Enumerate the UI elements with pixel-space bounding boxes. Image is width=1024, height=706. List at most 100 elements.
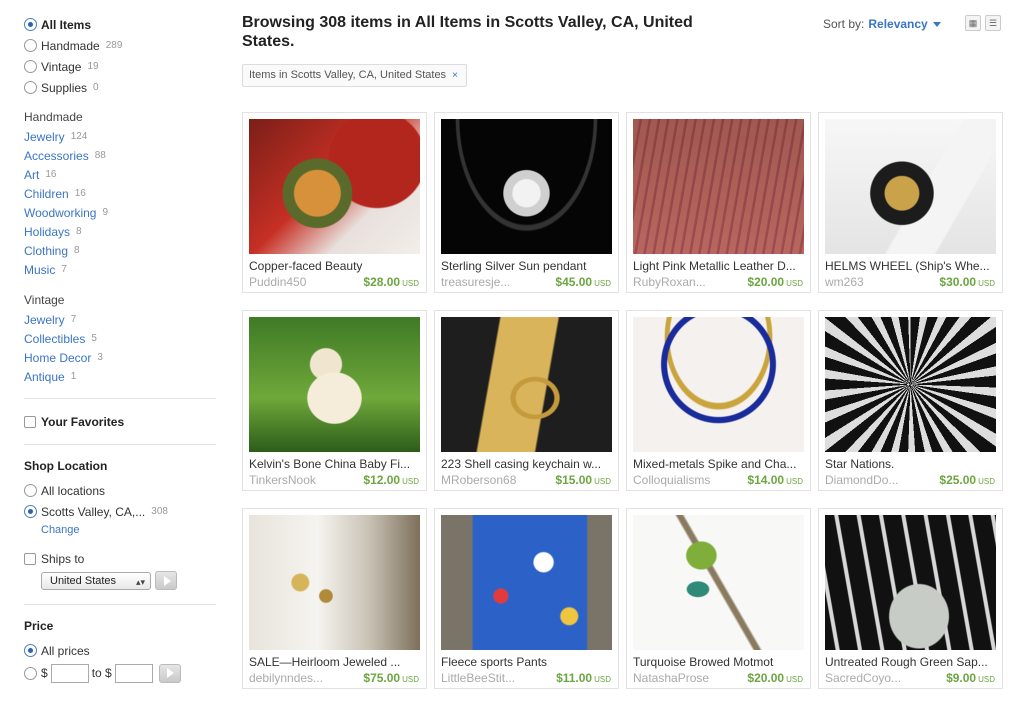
category-label[interactable]: Art [24, 168, 39, 182]
category-label[interactable]: Home Decor [24, 351, 91, 365]
listing-shop[interactable]: NatashaProse [633, 671, 725, 685]
listing-shop[interactable]: DiamondDo... [825, 473, 917, 487]
listing-card[interactable]: SALE—Heirloom Jeweled ... debilynndes...… [242, 508, 427, 689]
listing-title[interactable]: Sterling Silver Sun pendant [441, 259, 613, 273]
ships-to-filter[interactable]: Ships to [24, 548, 216, 569]
listing-title[interactable]: 223 Shell casing keychain w... [441, 457, 613, 471]
ships-to-go-button[interactable] [155, 571, 177, 590]
listing-shop[interactable]: Puddin450 [249, 275, 341, 289]
listing-shop[interactable]: Colloquialisms [633, 473, 725, 487]
listing-image[interactable] [441, 317, 612, 452]
listing-image[interactable] [441, 515, 612, 650]
category-link[interactable]: Clothing 8 [24, 241, 216, 260]
category-link[interactable]: Antique 1 [24, 367, 216, 386]
listing-title[interactable]: HELMS WHEEL (Ship's Whe... [825, 259, 997, 273]
category-label[interactable]: Jewelry [24, 130, 65, 144]
radio-selected[interactable] [24, 644, 37, 657]
category-label[interactable]: Antique [24, 370, 65, 384]
listing-card[interactable]: HELMS WHEEL (Ship's Whe... wm263 $30.00 U… [818, 112, 1003, 293]
listing-image[interactable] [825, 317, 996, 452]
filter-all-items[interactable]: All Items [24, 14, 216, 35]
listing-title[interactable]: Fleece sports Pants [441, 655, 613, 669]
listing-card[interactable]: Kelvin's Bone China Baby Fi... TinkersNo… [242, 310, 427, 491]
filter-supplies[interactable]: Supplies 0 [24, 77, 216, 98]
listing-image[interactable] [249, 317, 420, 452]
sort-control[interactable]: Sort by: Relevancy [823, 17, 941, 31]
category-link[interactable]: Art 16 [24, 165, 216, 184]
category-link[interactable]: Collectibles 5 [24, 329, 216, 348]
filter-vintage[interactable]: Vintage 19 [24, 56, 216, 77]
filter-handmade[interactable]: Handmade 289 [24, 35, 216, 56]
listing-shop[interactable]: SacredCoyo... [825, 671, 917, 685]
listing-card[interactable]: Turquoise Browed Motmot NatashaProse $20… [626, 508, 811, 689]
listing-card[interactable]: Copper-faced Beauty Puddin450 $28.00 USD [242, 112, 427, 293]
listing-title[interactable]: SALE—Heirloom Jeweled ... [249, 655, 421, 669]
category-link[interactable]: Holidays 8 [24, 222, 216, 241]
category-link[interactable]: Music 7 [24, 260, 216, 279]
category-label[interactable]: Clothing [24, 244, 68, 258]
category-link[interactable]: Home Decor 3 [24, 348, 216, 367]
listing-image[interactable] [441, 119, 612, 254]
listing-title[interactable]: Mixed-metals Spike and Cha... [633, 457, 805, 471]
listing-shop[interactable]: wm263 [825, 275, 917, 289]
listing-card[interactable]: Untreated Rough Green Sap... SacredCoyo.… [818, 508, 1003, 689]
close-icon[interactable]: × [452, 70, 458, 81]
listing-shop[interactable]: treasuresje... [441, 275, 533, 289]
category-link[interactable]: Jewelry 7 [24, 310, 216, 329]
price-go-button[interactable] [158, 663, 181, 683]
price-min-input[interactable] [50, 663, 89, 683]
listing-image[interactable] [633, 515, 804, 650]
price-range[interactable]: $ to $ [24, 661, 216, 685]
listing-title[interactable]: Copper-faced Beauty [249, 259, 421, 273]
sort-value[interactable]: Relevancy [868, 17, 927, 31]
category-label[interactable]: Accessories [24, 149, 89, 163]
listing-shop[interactable]: LittleBeeStit... [441, 671, 533, 685]
location-all[interactable]: All locations [24, 480, 216, 501]
listing-image[interactable] [825, 515, 996, 650]
grid-view-icon[interactable]: ▦ [965, 15, 981, 31]
category-label[interactable]: Children [24, 187, 69, 201]
listing-shop[interactable]: RubyRoxan... [633, 275, 725, 289]
listing-card[interactable]: Light Pink Metallic Leather D... RubyRox… [626, 112, 811, 293]
radio-unselected[interactable] [24, 666, 37, 680]
category-label[interactable]: Woodworking [24, 206, 96, 220]
category-label[interactable]: Music [24, 263, 55, 277]
listing-title[interactable]: Turquoise Browed Motmot [633, 655, 805, 669]
change-location-link[interactable]: Change [41, 522, 216, 538]
listing-card[interactable]: 223 Shell casing keychain w... MRoberson… [434, 310, 619, 491]
category-label[interactable]: Holidays [24, 225, 70, 239]
listing-card[interactable]: Mixed-metals Spike and Cha... Colloquial… [626, 310, 811, 491]
radio-unselected[interactable] [24, 39, 37, 52]
ships-to-country-select[interactable]: United States ▴▾ [41, 571, 151, 590]
category-link[interactable]: Accessories 88 [24, 146, 216, 165]
category-label[interactable]: Collectibles [24, 332, 85, 346]
listing-title[interactable]: Kelvin's Bone China Baby Fi... [249, 457, 421, 471]
category-link[interactable]: Children 16 [24, 184, 216, 203]
listing-title[interactable]: Star Nations. [825, 457, 997, 471]
listing-card[interactable]: Fleece sports Pants LittleBeeStit... $11… [434, 508, 619, 689]
category-label[interactable]: Jewelry [24, 313, 65, 327]
list-view-icon[interactable]: ☰ [985, 15, 1001, 31]
radio-unselected[interactable] [24, 81, 37, 94]
chevron-down-icon[interactable] [932, 22, 941, 28]
radio-unselected[interactable] [24, 484, 37, 497]
active-filter-tag[interactable]: Items in Scotts Valley, CA, United State… [242, 64, 467, 87]
listing-shop[interactable]: MRoberson68 [441, 473, 533, 487]
listing-shop[interactable]: TinkersNook [249, 473, 341, 487]
radio-unselected[interactable] [24, 60, 37, 73]
category-link[interactable]: Jewelry 124 [24, 127, 216, 146]
listing-image[interactable] [633, 317, 804, 452]
radio-selected[interactable] [24, 505, 37, 518]
ships-to-checkbox[interactable] [24, 552, 36, 565]
listing-title[interactable]: Untreated Rough Green Sap... [825, 655, 997, 669]
location-selected[interactable]: Scotts Valley, CA,... 308 [24, 501, 216, 522]
listing-image[interactable] [249, 119, 420, 254]
radio-selected[interactable] [24, 18, 37, 31]
listing-card[interactable]: Sterling Silver Sun pendant treasuresje.… [434, 112, 619, 293]
listing-image[interactable] [249, 515, 420, 650]
favorites-filter[interactable]: Your Favorites [24, 411, 216, 432]
listing-title[interactable]: Light Pink Metallic Leather D... [633, 259, 805, 273]
listing-card[interactable]: Star Nations. DiamondDo... $25.00 USD [818, 310, 1003, 491]
favorites-checkbox[interactable] [24, 415, 36, 428]
price-max-input[interactable] [114, 663, 153, 683]
